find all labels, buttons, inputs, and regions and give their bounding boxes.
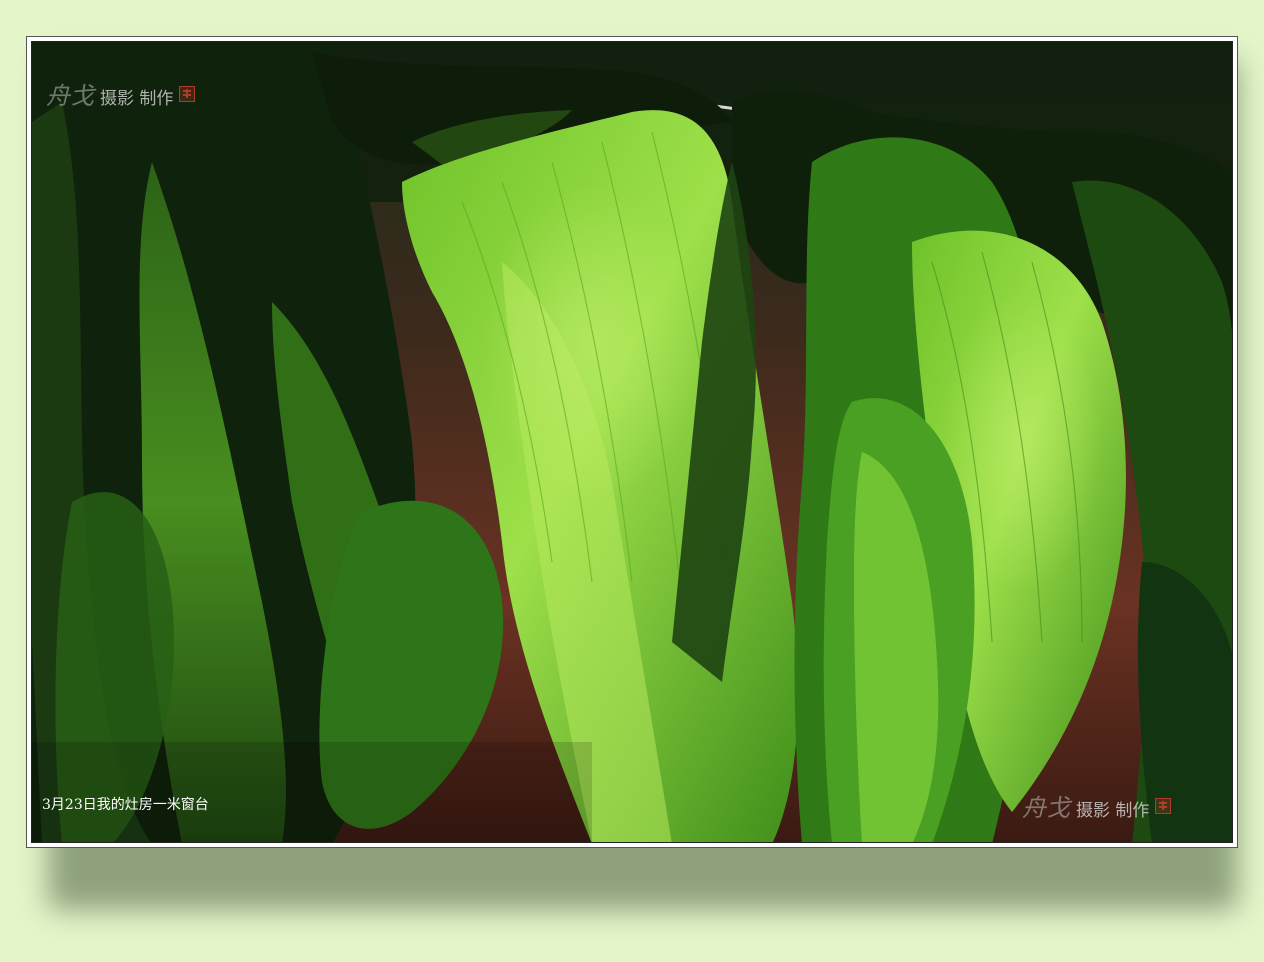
page: 3月23日我的灶房一米窗台 舟戈 摄影 制作 舟戈 摄影 制作 — [0, 0, 1264, 962]
watermark-signature: 舟戈 — [1022, 794, 1070, 822]
watermark-credit: 摄影 制作 — [1076, 801, 1150, 821]
watermark-bottom: 舟戈 摄影 制作 — [1022, 788, 1172, 823]
watermark-signature: 舟戈 — [46, 82, 94, 110]
red-seal-icon — [179, 85, 196, 102]
photo-artwork — [32, 42, 1232, 842]
photo — [31, 41, 1233, 843]
photo-caption: 3月23日我的灶房一米窗台 — [42, 797, 209, 813]
watermark-top: 舟戈 摄影 制作 — [46, 76, 196, 111]
red-seal-icon — [1155, 797, 1172, 814]
watermark-credit: 摄影 制作 — [100, 89, 174, 109]
